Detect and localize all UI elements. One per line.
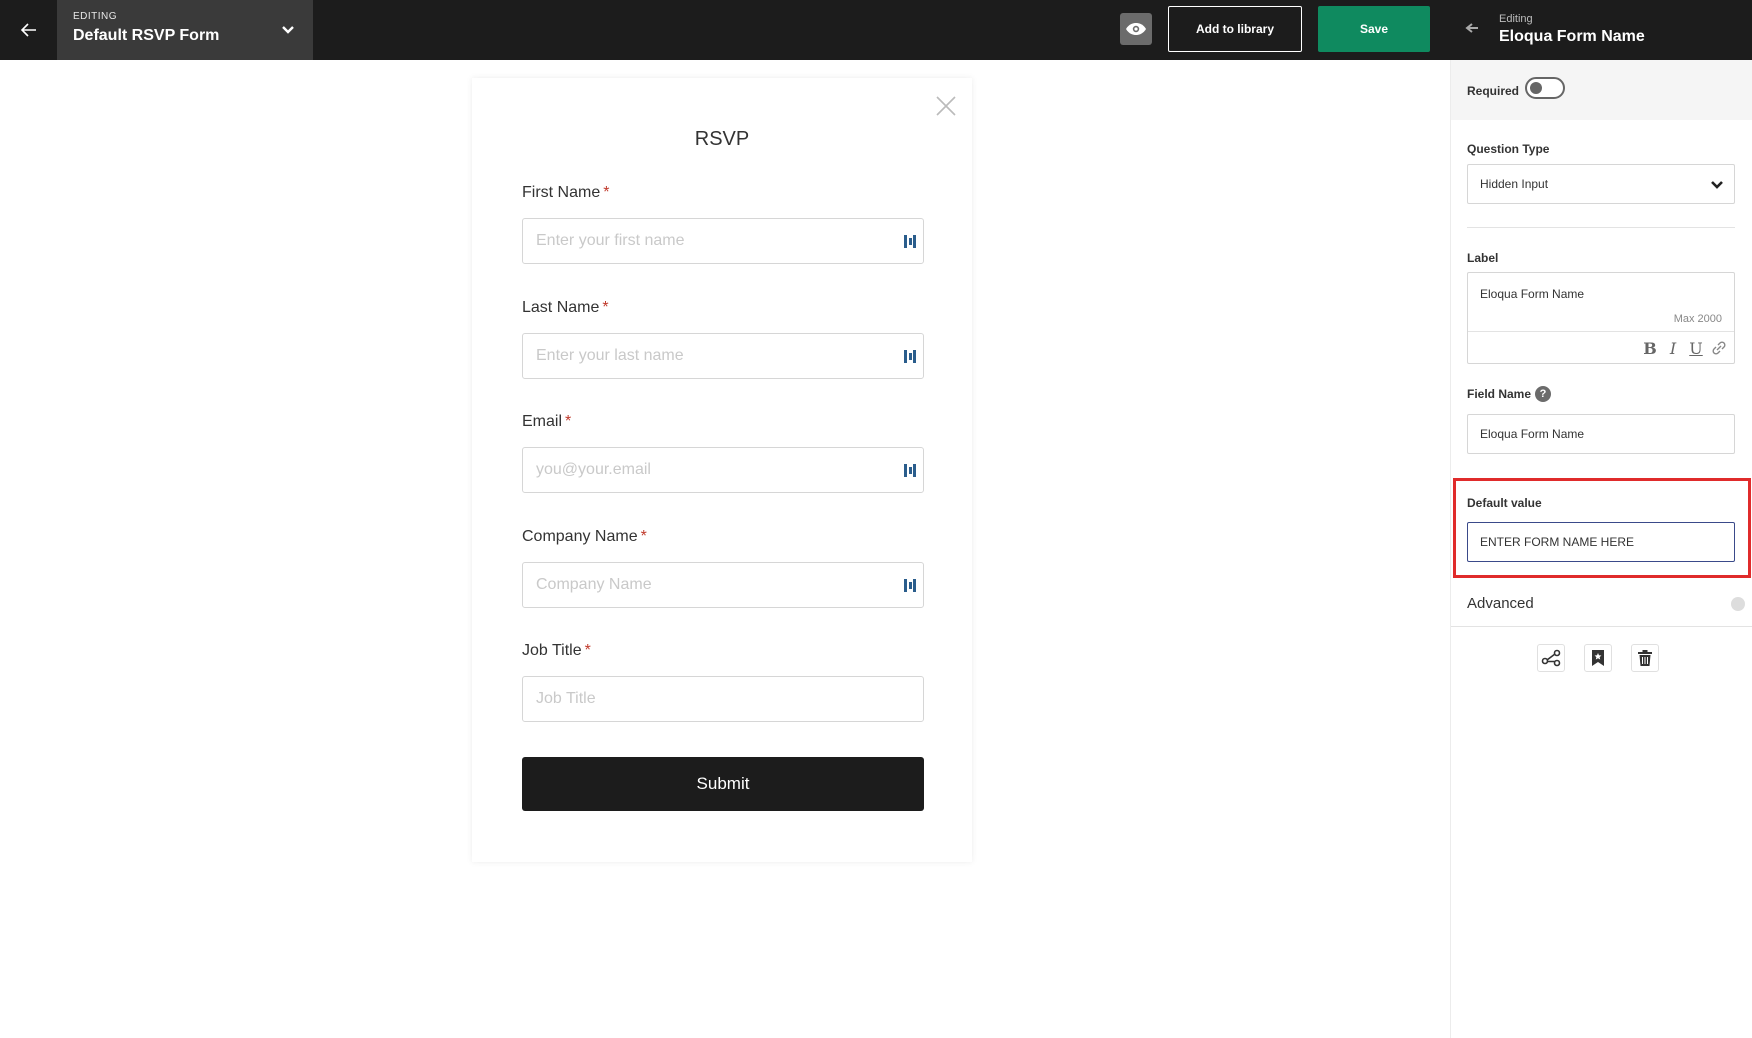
required-marker: * <box>584 642 591 659</box>
preview-button[interactable] <box>1120 13 1152 45</box>
back-arrow-icon <box>20 23 36 37</box>
field-name-input[interactable]: Eloqua Form Name <box>1467 414 1735 454</box>
last-name-input[interactable]: Enter your last name <box>522 333 924 379</box>
email-label: Email * <box>522 413 571 431</box>
question-type-value: Hidden Input <box>1480 177 1549 191</box>
advanced-label: Advanced <box>1467 595 1534 612</box>
italic-button[interactable]: I <box>1663 338 1683 358</box>
panel-eyebrow: Editing <box>1499 13 1533 25</box>
help-icon[interactable]: ? <box>1535 386 1551 402</box>
form-selector[interactable]: EDITING Default RSVP Form <box>57 0 313 60</box>
advanced-section-toggle[interactable]: Advanced <box>1451 585 1752 627</box>
required-row: Required <box>1451 60 1752 120</box>
link-icon <box>1712 341 1726 355</box>
required-marker: * <box>565 413 572 430</box>
required-marker: * <box>603 184 610 201</box>
underline-button[interactable]: U <box>1686 338 1706 358</box>
autofill-icon <box>904 235 916 248</box>
submit-button[interactable]: Submit <box>522 757 924 811</box>
close-icon[interactable] <box>934 94 958 118</box>
form-title: RSVP <box>694 128 750 150</box>
last-name-placeholder: Enter your last name <box>536 347 684 364</box>
form-preview-card: RSVP First Name * Enter your first name L… <box>472 78 972 862</box>
bookmark-star-icon <box>1592 650 1604 666</box>
top-bar: EDITING Default RSVP Form Add to library… <box>0 0 1752 60</box>
question-type-label: Question Type <box>1467 142 1550 156</box>
delete-button[interactable] <box>1631 644 1659 672</box>
form-name: Default RSVP Form <box>73 27 220 44</box>
first-name-placeholder: Enter your first name <box>536 232 685 249</box>
default-value-text: ENTER FORM NAME HERE <box>1480 535 1635 549</box>
field-name-label: Field Name <box>1467 387 1532 401</box>
chevron-down-icon <box>1711 181 1723 189</box>
divider <box>1467 227 1735 228</box>
rich-text-toolbar: B I U <box>1468 331 1734 364</box>
required-label: Required <box>1467 84 1520 98</box>
autofill-icon <box>904 464 916 477</box>
label-label: Label <box>1467 251 1499 265</box>
required-toggle[interactable] <box>1525 77 1565 99</box>
editing-eyebrow: EDITING <box>73 11 118 22</box>
first-name-input[interactable]: Enter your first name <box>522 218 924 264</box>
default-value-input[interactable]: ENTER FORM NAME HERE <box>1467 522 1735 562</box>
back-button[interactable] <box>0 0 57 60</box>
default-value-label: Default value <box>1467 496 1542 510</box>
autofill-icon <box>904 350 916 363</box>
save-to-library-button[interactable] <box>1584 644 1612 672</box>
panel-title: Eloqua Form Name <box>1499 28 1645 45</box>
email-input[interactable]: you@your.email <box>522 447 924 493</box>
required-marker: * <box>640 528 647 545</box>
label-max-count: Max 2000 <box>1673 313 1722 325</box>
company-name-placeholder: Company Name <box>536 576 652 593</box>
logic-icon <box>1541 649 1561 667</box>
company-name-input[interactable]: Company Name <box>522 562 924 608</box>
email-label-text: Email <box>522 413 563 430</box>
job-title-input[interactable]: Job Title <box>522 676 924 722</box>
link-button[interactable] <box>1709 338 1729 358</box>
autofill-icon <box>904 579 916 592</box>
label-editor-text: Eloqua Form Name <box>1480 287 1585 301</box>
company-name-label-text: Company Name <box>522 528 638 545</box>
logic-button[interactable] <box>1537 644 1565 672</box>
first-name-label: First Name * <box>522 184 609 202</box>
job-title-placeholder: Job Title <box>536 690 596 707</box>
bold-button[interactable]: B <box>1640 338 1660 358</box>
field-settings-panel: Required Question Type Hidden Input Labe… <box>1450 60 1752 1038</box>
required-marker: * <box>602 299 609 316</box>
panel-header: Editing Eloqua Form Name <box>1452 0 1752 60</box>
add-to-library-button[interactable]: Add to library <box>1168 6 1302 52</box>
job-title-label: Job Title * <box>522 642 591 660</box>
eye-icon <box>1126 23 1146 35</box>
last-name-label-text: Last Name <box>522 299 600 316</box>
field-name-value: Eloqua Form Name <box>1480 427 1585 441</box>
first-name-label-text: First Name <box>522 184 601 201</box>
email-placeholder: you@your.email <box>536 461 651 478</box>
trash-icon <box>1638 650 1652 666</box>
question-type-select[interactable]: Hidden Input <box>1467 164 1735 204</box>
label-editor[interactable]: Eloqua Form Name Max 2000 B I U <box>1467 272 1735 364</box>
company-name-label: Company Name * <box>522 528 647 546</box>
last-name-label: Last Name * <box>522 299 609 317</box>
job-title-label-text: Job Title <box>522 642 582 659</box>
chevron-down-icon <box>282 26 294 34</box>
save-button[interactable]: Save <box>1318 6 1430 52</box>
chevron-down-icon <box>1731 597 1745 611</box>
toggle-knob <box>1530 82 1542 94</box>
panel-back-arrow-icon[interactable] <box>1464 20 1480 36</box>
